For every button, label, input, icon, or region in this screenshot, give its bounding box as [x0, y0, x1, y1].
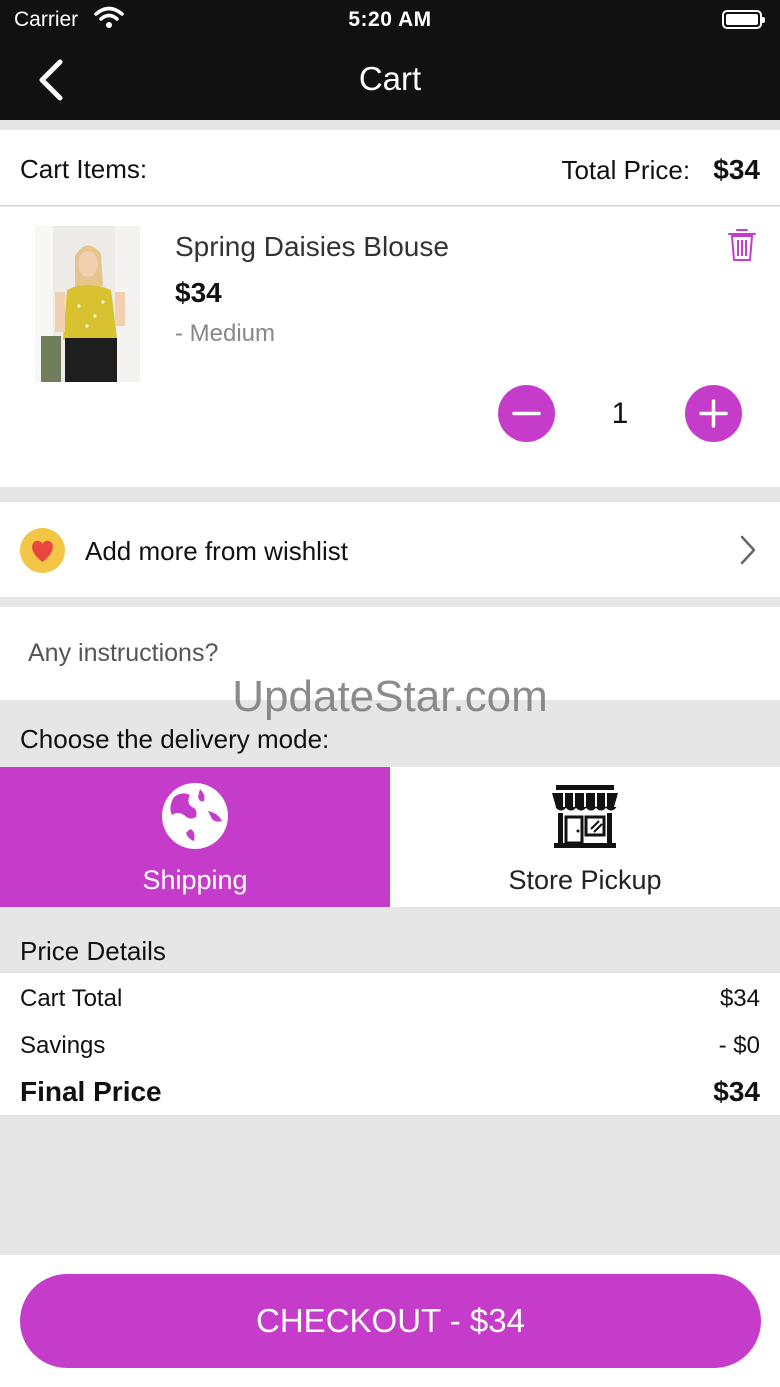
product-price: $34 [175, 277, 222, 308]
instructions-section [0, 607, 780, 700]
storefront-icon [552, 785, 618, 848]
page-title: Cart [358, 60, 422, 97]
price-details: Cart Total $34 Savings - $0 Final Price … [0, 973, 780, 1115]
add-from-wishlist-row[interactable]: Add more from wishlist [0, 502, 780, 597]
shipping-label: Shipping [142, 865, 248, 895]
plus-icon [699, 399, 728, 428]
minus-icon [512, 411, 541, 416]
decrease-quantity-button[interactable] [498, 385, 555, 442]
cart-total-label: Cart Total [20, 985, 123, 1012]
cart-total-row: Cart Total $34 [20, 985, 760, 1013]
final-price-row: Final Price $34 [20, 1076, 760, 1108]
status-time: 5:20 AM [348, 8, 432, 31]
instructions-input[interactable] [18, 629, 758, 677]
cart-total-value: $34 [719, 985, 760, 1012]
total-price-label: Total Price: [561, 155, 691, 185]
globe-icon [162, 783, 228, 849]
quantity-value: 1 [611, 397, 629, 430]
battery-icon [722, 10, 765, 29]
price-details-heading: Price Details [20, 936, 166, 966]
product-image[interactable] [35, 226, 140, 382]
store-pickup-label: Store Pickup [508, 865, 662, 895]
savings-value: - $0 [718, 1032, 760, 1059]
trash-icon [728, 229, 756, 261]
total-price: Total Price: $34 [561, 154, 760, 186]
savings-row: Savings - $0 [20, 1032, 760, 1060]
product-variant: - Medium [175, 320, 276, 347]
increase-quantity-button[interactable] [685, 385, 742, 442]
cart-item: Spring Daisies Blouse $34 - Medium 1 [0, 207, 780, 487]
checkout-button[interactable]: CHECKOUT - $34 [20, 1274, 761, 1368]
checkout-bar: CHECKOUT - $34 [0, 1255, 780, 1387]
delivery-mode-heading: Choose the delivery mode: [20, 724, 330, 754]
savings-label: Savings [20, 1032, 106, 1059]
nav-bar: Cart [0, 40, 780, 120]
wishlist-label: Add more from wishlist [85, 536, 348, 566]
status-bar: Carrier 5:20 AM [0, 0, 780, 40]
delete-item-button[interactable] [726, 227, 758, 263]
total-price-value: $34 [713, 154, 760, 185]
cart-items-label: Cart Items: [20, 154, 148, 184]
delivery-option-store-pickup[interactable]: Store Pickup [390, 767, 780, 907]
product-name[interactable]: Spring Daisies Blouse [175, 231, 449, 263]
delivery-option-shipping[interactable]: Shipping [0, 767, 390, 907]
final-price-label: Final Price [20, 1076, 162, 1107]
heart-icon [20, 528, 65, 573]
cart-summary-header: Cart Items: Total Price: $34 [0, 130, 780, 206]
final-price-value: $34 [713, 1076, 760, 1107]
chevron-right-icon [738, 534, 758, 571]
